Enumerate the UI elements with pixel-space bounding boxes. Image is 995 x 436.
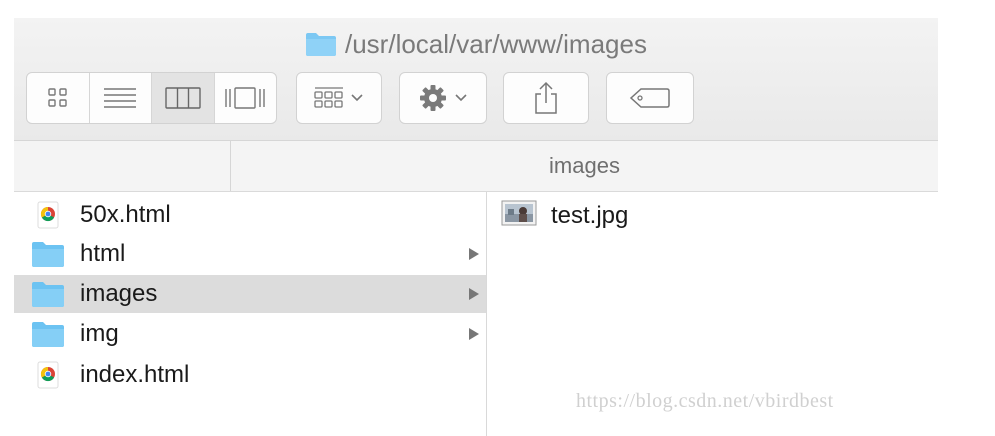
list-view-icon — [104, 88, 137, 108]
finder-window: /usr/local/var/www/images images 50x.htm… — [14, 18, 938, 436]
list-item[interactable]: index.html — [14, 356, 486, 394]
watermark: https://blog.csdn.net/vbirdbest — [576, 390, 834, 412]
view-mode-segmented-control — [26, 72, 277, 124]
folder-name: html — [80, 240, 126, 267]
window-title: /usr/local/var/www/images — [14, 28, 938, 64]
folder-name: images — [80, 280, 158, 307]
arrange-button[interactable] — [296, 72, 382, 124]
cover-flow-icon — [225, 87, 265, 109]
disclosure-arrow-icon — [469, 328, 479, 340]
cover-flow-button[interactable] — [215, 73, 277, 123]
folder-icon — [30, 240, 66, 268]
arrange-icon — [314, 87, 343, 108]
share-icon — [535, 81, 557, 114]
file-name: index.html — [80, 361, 190, 388]
folder-icon — [305, 31, 337, 64]
toolbar: /usr/local/var/www/images — [14, 18, 938, 141]
chevron-down-icon — [351, 94, 363, 102]
tag-button[interactable] — [606, 72, 694, 124]
list-item[interactable]: 50x.html — [14, 196, 486, 234]
tag-icon — [629, 88, 670, 108]
column-header: images — [14, 141, 938, 192]
gear-icon — [420, 85, 446, 111]
column-1: 50x.html html images img index.html — [14, 192, 487, 436]
window-title-text: /usr/local/var/www/images — [345, 29, 647, 59]
action-menu-button[interactable] — [399, 72, 487, 124]
chevron-down-icon — [455, 94, 467, 102]
file-name: 50x.html — [80, 201, 171, 228]
icon-view-icon — [48, 88, 67, 107]
list-item[interactable]: img — [14, 315, 486, 353]
column-header-label: images — [549, 153, 620, 178]
column-view-icon — [165, 87, 201, 109]
folder-icon — [30, 320, 66, 348]
folder-name: img — [80, 320, 119, 347]
chrome-file-icon — [30, 361, 66, 389]
icon-view-button[interactable] — [27, 73, 90, 123]
share-button[interactable] — [503, 72, 589, 124]
disclosure-arrow-icon — [469, 248, 479, 260]
list-item[interactable]: test.jpg — [501, 200, 628, 231]
list-item-selected[interactable]: images — [14, 275, 486, 313]
column-view-button[interactable] — [152, 73, 215, 123]
chrome-file-icon — [30, 201, 66, 229]
image-file-icon — [501, 200, 537, 231]
disclosure-arrow-icon — [469, 288, 479, 300]
folder-icon — [30, 280, 66, 308]
list-view-button[interactable] — [90, 73, 152, 123]
list-item[interactable]: html — [14, 235, 486, 273]
file-name: test.jpg — [551, 201, 629, 229]
